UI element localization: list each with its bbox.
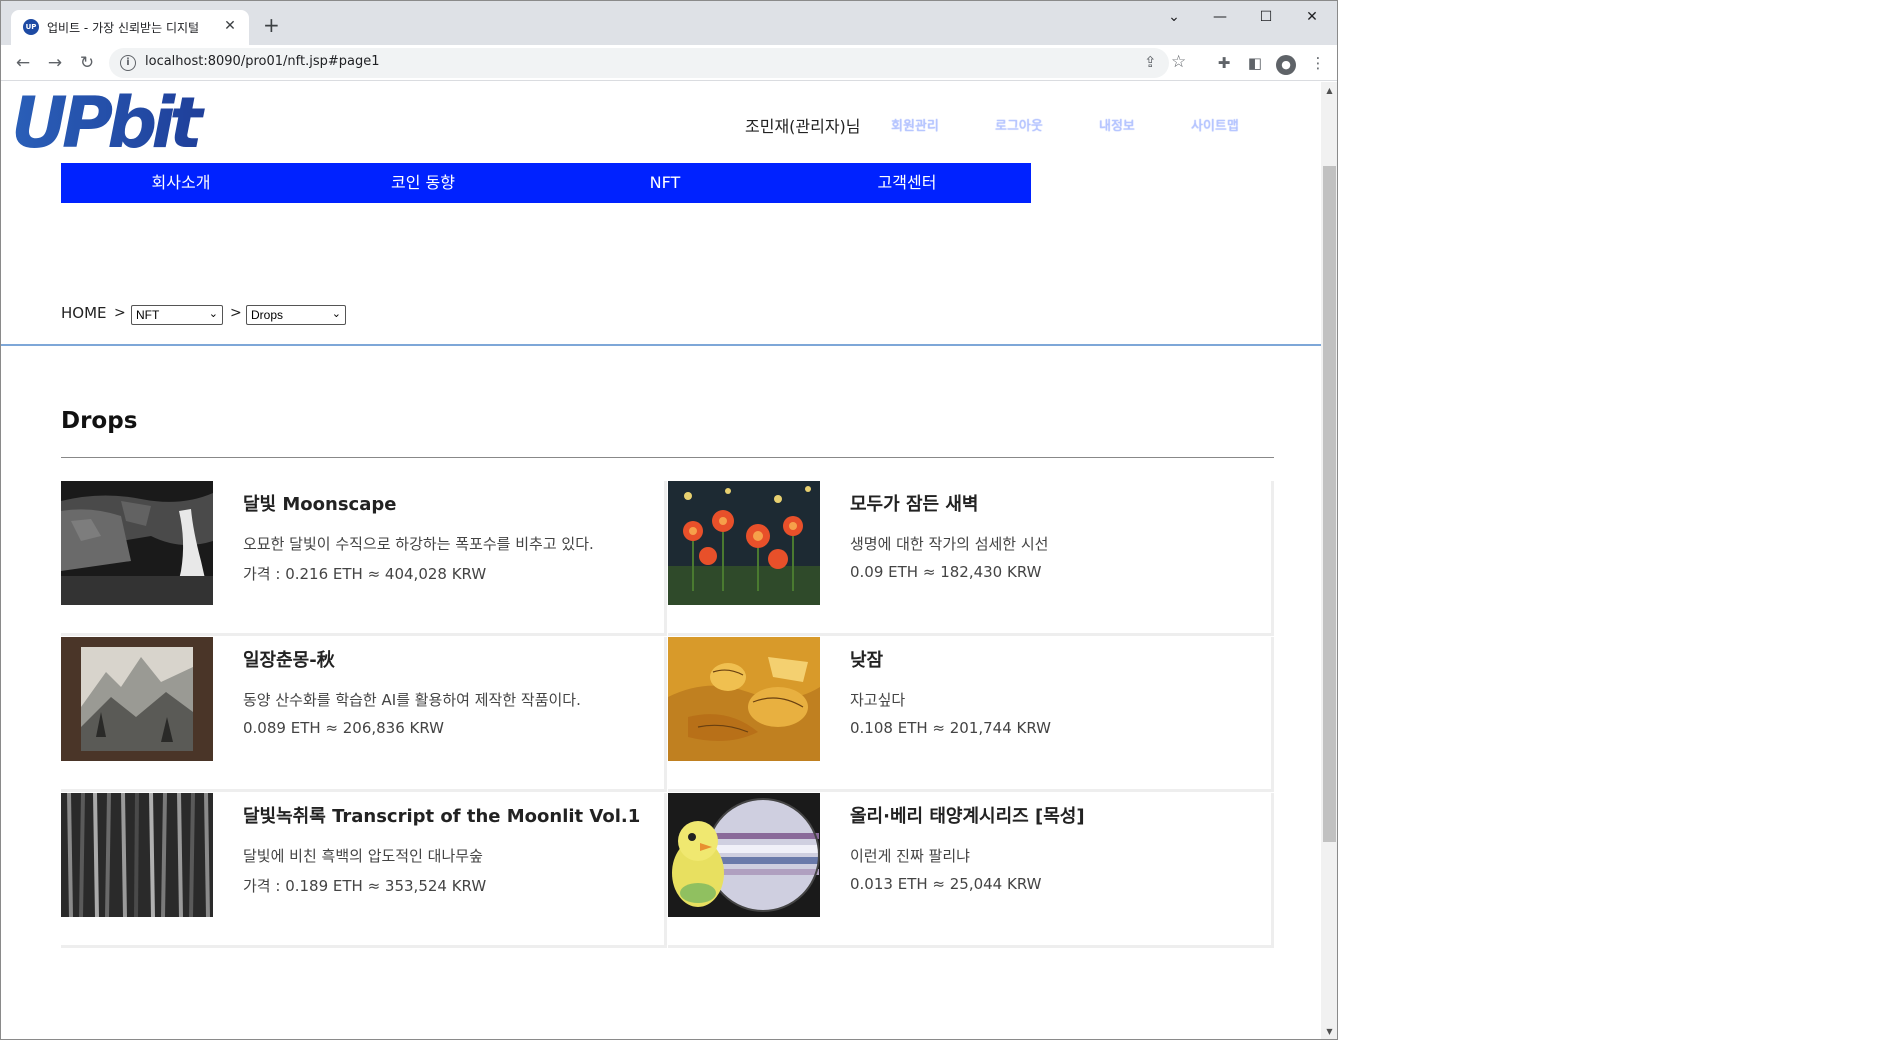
profile-avatar-icon[interactable]: ● [1276,53,1296,75]
breadcrumb-divider [1,344,1321,346]
breadcrumb-home[interactable]: HOME [61,304,107,322]
site-info-icon[interactable]: i [120,55,136,71]
nft-image-landscape[interactable] [61,637,213,761]
chevron-down-icon: ⌄ [331,308,341,320]
subcategory-select-value: Drops [251,308,284,322]
nft-description: 달빛에 비친 흑백의 압도적인 대나무숲 [243,847,483,865]
window-close-icon[interactable]: ✕ [1289,5,1335,29]
back-arrow-icon[interactable]: ← [11,51,35,75]
nft-title[interactable]: 달빛 Moonscape [243,490,396,516]
scroll-down-arrow-icon[interactable]: ▼ [1321,1023,1337,1039]
tab-strip: UP 업비트 - 가장 신뢰받는 디지털 ✕ + ⌄ — ☐ ✕ [1,1,1337,45]
browser-window: UP 업비트 - 가장 신뢰받는 디지털 ✕ + ⌄ — ☐ ✕ ← → ↻ i… [0,0,1338,1040]
nft-description: 이런게 진짜 팔리냐 [850,847,970,865]
svg-text:UPbit: UPbit [11,89,205,151]
nft-image-flowers[interactable] [668,481,820,605]
upbit-favicon-icon: UP [23,19,39,35]
tab-title: 업비트 - 가장 신뢰받는 디지털 [47,21,200,35]
share-icon[interactable]: ⇪ [1144,53,1157,71]
nft-price: 0.09 ETH ≈ 182,430 KRW [850,563,1042,581]
forward-arrow-icon[interactable]: → [43,51,67,75]
nft-price: 가격 : 0.216 ETH ≈ 404,028 KRW [243,565,487,583]
bookmark-star-icon[interactable]: ☆ [1171,52,1186,72]
nft-price: 0.089 ETH ≈ 206,836 KRW [243,719,445,737]
logout-link[interactable]: 로그아웃 [995,115,1043,134]
close-tab-icon[interactable]: ✕ [221,17,239,35]
new-tab-icon[interactable]: + [263,15,280,35]
subcategory-select[interactable]: Drops ⌄ [246,305,346,325]
nft-card[interactable]: 모두가 잠든 새벽 생명에 대한 작가의 섬세한 시선 0.09 ETH ≈ 1… [668,481,1274,636]
url-text: localhost:8090/pro01/nft.jsp#page1 [145,54,380,69]
page-scrollbar[interactable]: ▲ ▼ [1321,82,1337,1039]
extensions-puzzle-icon[interactable]: ✚ [1214,53,1234,73]
breadcrumb-separator: > [230,305,242,321]
reload-icon[interactable]: ↻ [75,51,99,75]
address-bar[interactable]: i localhost:8090/pro01/nft.jsp#page1 ⇪ ☆ [109,48,1186,78]
nav-item-customer-center[interactable]: 고객센터 [807,163,1007,203]
nft-grid: 달빛 Moonscape 오묘한 달빛이 수직으로 하강하는 폭포수를 비추고 … [61,481,1274,949]
breadcrumb-separator: > [114,305,126,321]
browser-toolbar: ← → ↻ i localhost:8090/pro01/nft.jsp#pag… [1,45,1337,81]
maximize-icon[interactable]: ☐ [1243,5,1289,29]
nft-image-nap[interactable] [668,637,820,761]
nft-image-bamboo[interactable] [61,793,213,917]
nft-image-jupiter[interactable] [668,793,820,917]
upbit-logo[interactable]: UPbit [11,82,263,164]
nft-description: 동양 산수화를 학습한 AI를 활용하여 제작한 작품이다. [243,691,581,709]
nav-item-nft[interactable]: NFT [565,163,765,203]
main-nav: 회사소개 코인 동향 NFT 고객센터 [61,163,1031,203]
nft-title[interactable]: 올리·베리 태양계시리즈 [목성] [850,802,1085,828]
nft-card[interactable]: 달빛녹취록 Transcript of the Moonlit Vol.1 달빛… [61,793,667,948]
user-greeting: 조민재(관리자)님 [745,117,861,136]
minimize-icon[interactable]: — [1197,5,1243,29]
menu-kebab-icon[interactable]: ⋮ [1308,53,1328,73]
tab-search-icon[interactable]: ⌄ [1151,5,1197,29]
scroll-up-arrow-icon[interactable]: ▲ [1321,82,1337,99]
nft-image-waterfall[interactable] [61,481,213,605]
nft-card[interactable]: 달빛 Moonscape 오묘한 달빛이 수직으로 하강하는 폭포수를 비추고 … [61,481,667,636]
nft-price: 가격 : 0.189 ETH ≈ 353,524 KRW [243,877,487,895]
nft-description: 생명에 대한 작가의 섬세한 시선 [850,535,1049,553]
nft-description: 오묘한 달빛이 수직으로 하강하는 폭포수를 비추고 있다. [243,535,594,553]
category-select[interactable]: NFT ⌄ [131,305,223,325]
sitemap-link[interactable]: 사이트맵 [1191,115,1239,134]
nft-title[interactable]: 낮잠 [850,646,883,672]
section-title: Drops [61,408,138,434]
nft-price: 0.108 ETH ≈ 201,744 KRW [850,719,1052,737]
nft-title[interactable]: 모두가 잠든 새벽 [850,490,978,516]
side-panel-icon[interactable]: ◧ [1245,53,1265,73]
nav-item-coin-trends[interactable]: 코인 동향 [323,163,523,203]
nft-title[interactable]: 일장춘몽-秋 [243,646,335,672]
nft-card[interactable]: 올리·베리 태양계시리즈 [목성] 이런게 진짜 팔리냐 0.013 ETH ≈… [668,793,1274,948]
scroll-thumb[interactable] [1323,166,1336,842]
member-management-link[interactable]: 회원관리 [891,115,939,134]
section-divider [61,457,1274,458]
nft-card[interactable]: 낮잠 자고싶다 0.108 ETH ≈ 201,744 KRW [668,637,1274,792]
nft-card[interactable]: 일장춘몽-秋 동양 산수화를 학습한 AI를 활용하여 제작한 작품이다. 0.… [61,637,667,792]
nav-item-company[interactable]: 회사소개 [81,163,281,203]
chevron-down-icon: ⌄ [208,308,218,320]
nft-description: 자고싶다 [850,691,906,709]
category-select-value: NFT [136,308,160,322]
my-info-link[interactable]: 내정보 [1099,115,1135,134]
nft-title[interactable]: 달빛녹취록 Transcript of the Moonlit Vol.1 [243,802,640,828]
nft-price: 0.013 ETH ≈ 25,044 KRW [850,875,1042,893]
page-viewport: UPbit 조민재(관리자)님 회원관리 로그아웃 내정보 사이트맵 회사소개 … [1,82,1321,1039]
browser-tab[interactable]: UP 업비트 - 가장 신뢰받는 디지털 ✕ [11,10,249,45]
